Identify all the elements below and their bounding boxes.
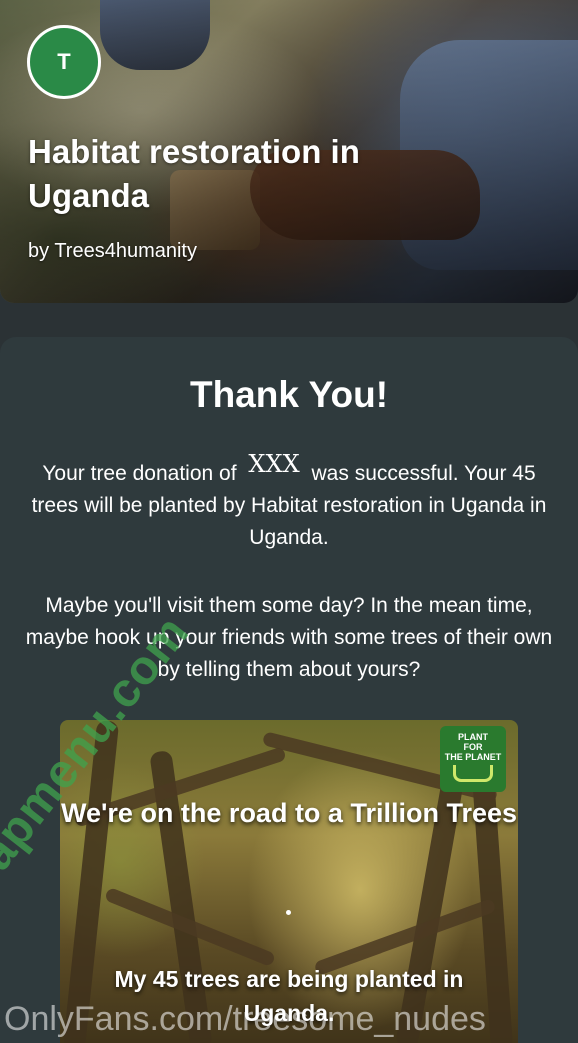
thank-you-heading: Thank You! (189, 374, 389, 415)
plant-for-the-planet-logo: PLANT FOR THE PLANET (440, 726, 506, 792)
avatar-letter: T (57, 49, 71, 74)
project-title: Habitat restoration in Uganda (28, 133, 360, 214)
share-dot (286, 910, 291, 915)
share-headline: We're on the road to a Trillion Trees (60, 798, 518, 828)
tree-roots-icon (453, 765, 493, 782)
bottom-watermark: OnlyFans.com/treesome_nudes (4, 1000, 486, 1038)
donation-message-prefix: Your tree donation of (42, 462, 237, 485)
page: T Habitat restoration in Uganda by Trees… (0, 0, 578, 1043)
organization-byline[interactable]: by Trees4humanity (28, 240, 197, 263)
donation-confirmation-text: Your tree donation of XXX was successful… (20, 450, 558, 554)
donation-amount: XXX (248, 450, 300, 478)
organization-avatar[interactable]: T (27, 25, 101, 99)
project-hero-image: T Habitat restoration in Uganda by Trees… (0, 0, 578, 303)
share-image[interactable]: PLANT FOR THE PLANET We're on the road t… (60, 720, 518, 1043)
share-invitation-text: Maybe you'll visit them some day? In the… (25, 594, 553, 681)
